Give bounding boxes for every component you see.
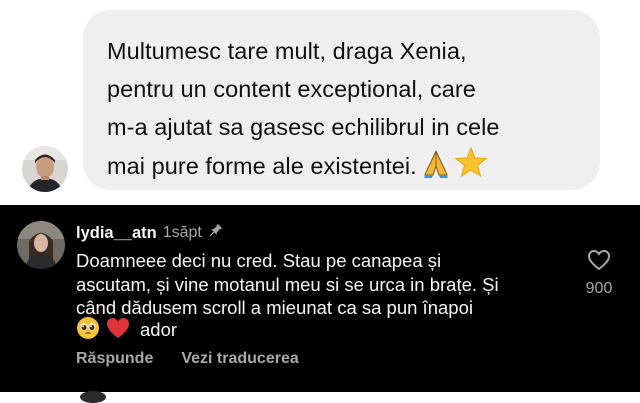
message-line: m-a ajutat sa gasesc echilibrul in cele [107,114,500,140]
message-bubble[interactable]: Multumesc tare mult, draga Xenia, pentru… [83,10,600,190]
sender-avatar[interactable] [22,146,68,192]
comment-line: Doamneee deci nu cred. Stau pe canapea ș… [76,250,442,271]
comment-last-word: ador [140,319,178,340]
star-emoji [454,146,488,189]
dm-section: Multumesc tare mult, draga Xenia, pentru… [0,0,640,205]
message-line-text: mai pure forme ale existentei. [107,153,417,179]
comment-line: când dădusem scroll a mieunat ca sa pun … [76,297,473,318]
message-text: Multumesc tare mult, draga Xenia, pentru… [107,32,587,189]
comment-text: Doamneee deci nu cred. Stau pe canapea ș… [76,249,556,320]
heart-icon[interactable] [578,249,620,271]
folded-hands-emoji [421,148,451,189]
message-line: pentru un content exceptional, care [107,76,476,102]
pleading-face-emoji [76,316,100,345]
reply-button[interactable]: Răspunde [76,350,153,368]
comment-line: ascutam, și vine motanul meu si se urca … [76,273,499,295]
comment-username[interactable]: lydia__atn [76,224,157,243]
pin-icon [207,223,223,244]
comment-actions: Răspunde Vezi traducerea [76,350,299,368]
commenter-avatar[interactable] [17,221,65,269]
comment-section: lydia__atn 1săpt Doamneee deci nu cred. … [0,205,640,403]
like-column: 900 [578,249,620,298]
red-heart-emoji [106,317,130,344]
comment-emoji-line: ador [76,316,178,345]
see-translation-button[interactable]: Vezi traducerea [181,350,298,368]
next-comment-avatar [80,391,106,403]
message-line: mai pure forme ale existentei. [107,146,587,189]
comment-timestamp: 1săpt [162,224,202,241]
like-count: 900 [585,280,613,297]
comment-header: lydia__atn 1săpt [76,222,223,244]
message-line: Multumesc tare mult, draga Xenia, [107,38,467,64]
